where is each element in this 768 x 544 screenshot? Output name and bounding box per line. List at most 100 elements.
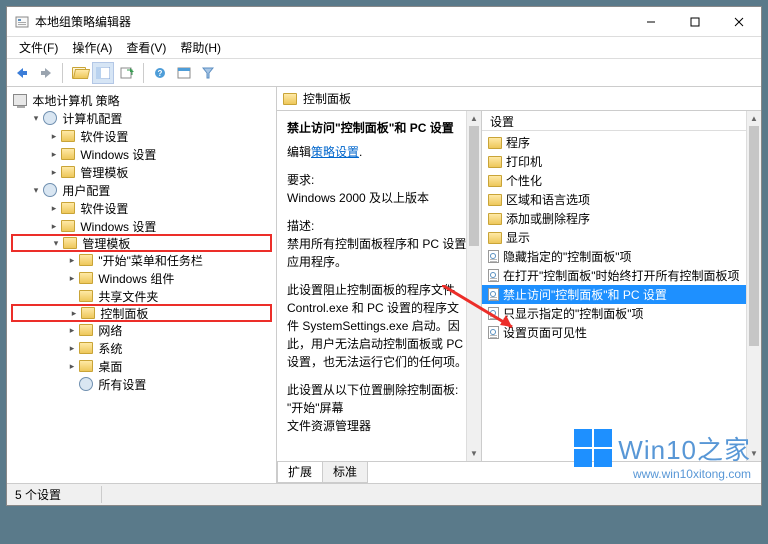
tree-item[interactable]: ▸ 软件设置 — [11, 199, 272, 217]
right-header: 控制面板 — [277, 87, 761, 111]
tab-extended[interactable]: 扩展 — [277, 462, 323, 483]
tree-item[interactable]: ▸ "开始"菜单和任务栏 — [11, 251, 272, 269]
folder-icon — [79, 342, 93, 354]
folder-icon — [283, 93, 297, 105]
list-item-label: 设置页面可见性 — [503, 324, 587, 341]
minimize-button[interactable] — [629, 8, 673, 36]
chevron-down-icon[interactable]: ▾ — [29, 113, 43, 124]
list-item-label: 添加或删除程序 — [506, 210, 590, 227]
tree-item[interactable]: ▸ 软件设置 — [11, 127, 272, 145]
close-button[interactable] — [717, 8, 761, 36]
menu-help[interactable]: 帮助(H) — [174, 37, 227, 58]
folder-icon — [488, 137, 502, 149]
folder-icon — [81, 307, 95, 319]
windows-logo-icon — [574, 429, 612, 467]
filter-button[interactable] — [197, 62, 219, 84]
column-header-settings[interactable]: 设置 — [482, 111, 761, 131]
folder-icon — [79, 272, 93, 284]
chevron-right-icon[interactable]: ▸ — [65, 325, 79, 336]
tree-root[interactable]: 本地计算机 策略 — [11, 91, 272, 109]
desc-text: 禁用所有控制面板程序和 PC 设置应用程序。 — [287, 235, 471, 271]
list-item[interactable]: 禁止访问"控制面板"和 PC 设置 — [482, 285, 761, 304]
statusbar: 5 个设置 — [7, 483, 761, 505]
tree-item[interactable]: 共享文件夹 — [11, 287, 272, 305]
policy-icon — [488, 250, 499, 263]
chevron-right-icon[interactable]: ▸ — [65, 343, 79, 354]
scrollbar[interactable]: ▲▼ — [466, 111, 481, 461]
tree-admin-templates[interactable]: ▾ 管理模板 — [11, 234, 272, 252]
chevron-right-icon[interactable]: ▸ — [65, 273, 79, 284]
help-button[interactable]: ? — [149, 62, 171, 84]
policy-icon — [488, 288, 499, 301]
folder-icon — [79, 360, 93, 372]
tree-item[interactable]: 所有设置 — [11, 375, 272, 393]
chevron-right-icon[interactable]: ▸ — [67, 308, 81, 319]
chevron-right-icon[interactable]: ▸ — [47, 167, 61, 178]
watermark-url: www.win10xitong.com — [574, 467, 751, 481]
folder-icon — [61, 220, 75, 232]
chevron-right-icon[interactable]: ▸ — [47, 203, 61, 214]
list-item[interactable]: 设置页面可见性 — [482, 323, 761, 342]
chevron-right-icon[interactable]: ▸ — [65, 255, 79, 266]
tree-user-config[interactable]: ▾ 用户配置 — [11, 181, 272, 199]
list-item-label: 只显示指定的"控制面板"项 — [503, 305, 644, 322]
folder-icon — [488, 194, 502, 206]
desc-text: 文件资源管理器 — [287, 417, 471, 435]
desc-text: "开始"屏幕 — [287, 399, 471, 417]
export-list-button[interactable] — [116, 62, 138, 84]
list-item[interactable]: 添加或删除程序 — [482, 209, 761, 228]
list-item[interactable]: 隐藏指定的"控制面板"项 — [482, 247, 761, 266]
chevron-down-icon[interactable]: ▾ — [49, 238, 63, 249]
folder-open-icon — [72, 67, 86, 79]
show-tree-button[interactable] — [92, 62, 114, 84]
menu-action[interactable]: 操作(A) — [66, 37, 118, 58]
chevron-right-icon[interactable]: ▸ — [47, 131, 61, 142]
tree-item[interactable]: ▸ 网络 — [11, 321, 272, 339]
folder-icon — [61, 166, 75, 178]
list-item-label: 个性化 — [506, 172, 542, 189]
list-item-label: 打印机 — [506, 153, 542, 170]
chevron-right-icon[interactable]: ▸ — [65, 361, 79, 372]
tree-computer-config[interactable]: ▾ 计算机配置 — [11, 109, 272, 127]
right-header-title: 控制面板 — [303, 90, 351, 107]
desc-text: 此设置阻止控制面板的程序文件 Control.exe 和 PC 设置的程序文件 … — [287, 281, 471, 371]
chevron-right-icon[interactable]: ▸ — [47, 149, 61, 160]
maximize-button[interactable] — [673, 8, 717, 36]
policy-icon — [488, 269, 499, 282]
up-level-button[interactable] — [68, 62, 90, 84]
policy-icon — [488, 326, 499, 339]
nav-forward-button[interactable] — [35, 62, 57, 84]
chevron-down-icon[interactable]: ▾ — [29, 185, 43, 196]
titlebar: 本地组策略编辑器 — [7, 7, 761, 37]
tree-item[interactable]: ▸ Windows 组件 — [11, 269, 272, 287]
app-icon — [15, 15, 29, 29]
scrollbar[interactable]: ▲▼ — [746, 111, 761, 461]
nav-back-button[interactable] — [11, 62, 33, 84]
list-item[interactable]: 只显示指定的"控制面板"项 — [482, 304, 761, 323]
tree-item[interactable]: ▸ 管理模板 — [11, 163, 272, 181]
tree-item[interactable]: ▸ Windows 设置 — [11, 217, 272, 235]
tree-item[interactable]: ▸ 桌面 — [11, 357, 272, 375]
list-item[interactable]: 程序 — [482, 133, 761, 152]
tab-standard[interactable]: 标准 — [322, 462, 368, 483]
menu-view[interactable]: 查看(V) — [120, 37, 172, 58]
app-window: 本地组策略编辑器 文件(F) 操作(A) 查看(V) 帮助(H) ? 本地计算机… — [6, 6, 762, 506]
chevron-right-icon[interactable]: ▸ — [47, 221, 61, 232]
policy-tree[interactable]: 本地计算机 策略 ▾ 计算机配置 ▸ 软件设置 ▸ Windows 设置 ▸ 管… — [7, 89, 276, 395]
list-item[interactable]: 区域和语言选项 — [482, 190, 761, 209]
menu-file[interactable]: 文件(F) — [13, 37, 64, 58]
tree-item[interactable]: ▸ Windows 设置 — [11, 145, 272, 163]
list-item[interactable]: 显示 — [482, 228, 761, 247]
policy-title: 禁止访问"控制面板"和 PC 设置 — [287, 119, 471, 137]
folder-icon — [79, 290, 93, 302]
list-item-label: 区域和语言选项 — [506, 191, 590, 208]
edit-policy-link[interactable]: 策略设置 — [311, 145, 359, 159]
list-item[interactable]: 打印机 — [482, 152, 761, 171]
tree-control-panel[interactable]: ▸ 控制面板 — [11, 304, 272, 322]
list-item[interactable]: 个性化 — [482, 171, 761, 190]
properties-button[interactable] — [173, 62, 195, 84]
list-item[interactable]: 在打开"控制面板"时始终打开所有控制面板项 — [482, 266, 761, 285]
tree-item[interactable]: ▸ 系统 — [11, 339, 272, 357]
window-controls — [629, 8, 761, 36]
desc-label: 描述: — [287, 217, 471, 235]
